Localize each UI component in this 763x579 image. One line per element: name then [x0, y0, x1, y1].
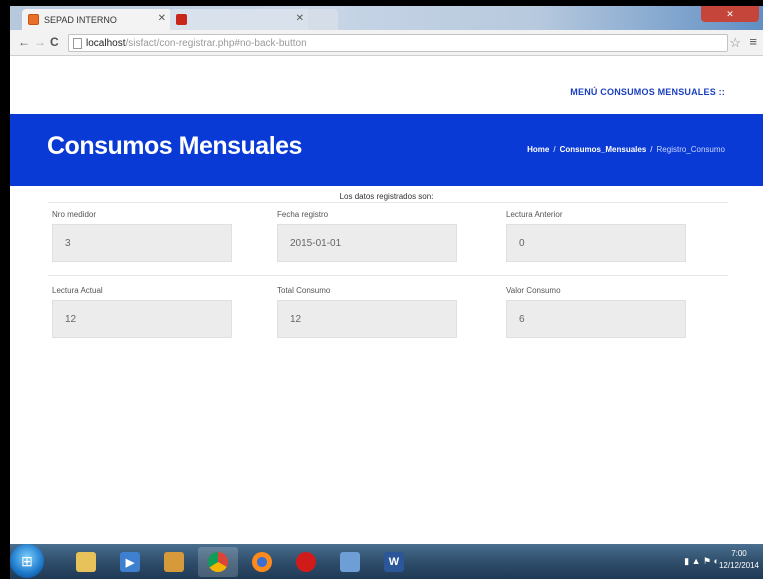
- tab-close-icon[interactable]: ✕: [296, 13, 304, 24]
- page-banner: Consumos Mensuales Home / Consumos_Mensu…: [10, 114, 763, 186]
- media-player-icon: ▶: [120, 552, 140, 572]
- field-label: Lectura Anterior: [506, 210, 563, 219]
- clock-date: 12/12/2014: [718, 561, 759, 570]
- tab-label: SEPAD INTERNO: [44, 14, 117, 25]
- field-label: Valor Consumo: [506, 286, 561, 295]
- field-nro-medidor: Nro medidor 3: [52, 210, 232, 262]
- chrome-icon: [208, 552, 228, 572]
- field-value[interactable]: 2015-01-01: [277, 224, 457, 262]
- field-lectura-actual: Lectura Actual 12: [52, 286, 232, 338]
- field-label: Lectura Actual: [52, 286, 103, 295]
- system-tray[interactable]: ▮ ▲ ⚑ ◐: [684, 556, 719, 567]
- tab-youtube[interactable]: ✕: [170, 9, 310, 30]
- firefox-icon: [252, 552, 272, 572]
- field-value[interactable]: 12: [277, 300, 457, 338]
- field-valor-consumo: Valor Consumo 6: [506, 286, 686, 338]
- breadcrumb-home-link[interactable]: Home: [527, 145, 549, 154]
- page-title: Consumos Mensuales: [47, 132, 302, 160]
- back-arrow-icon[interactable]: ←: [18, 35, 30, 49]
- url-path: /sisfact/con-registrar.php#no-back-butto…: [125, 37, 307, 49]
- field-value[interactable]: 12: [52, 300, 232, 338]
- taskbar: ⊞ ▶ W ▮ ▲ ⚑ ◐ 7:00 12/12/2014: [10, 544, 763, 579]
- taskbar-explorer[interactable]: [66, 547, 106, 577]
- tab-close-icon[interactable]: ✕: [158, 13, 166, 24]
- taskbar-firefox[interactable]: [242, 547, 282, 577]
- breadcrumb: Home / Consumos_Mensuales / Registro_Con…: [527, 145, 725, 154]
- form-header: Los datos registrados son:: [339, 192, 434, 201]
- youtube-favicon-icon: [176, 14, 187, 25]
- address-bar[interactable]: localhost /sisfact/con-registrar.php#no-…: [68, 34, 728, 52]
- box-icon: [340, 552, 360, 572]
- breadcrumb-separator: /: [650, 145, 653, 154]
- clock[interactable]: 7:00 12/12/2014: [719, 548, 759, 572]
- taskbar-opera[interactable]: [286, 547, 326, 577]
- folder-icon: [76, 552, 96, 572]
- paint-icon: [164, 552, 184, 572]
- field-value[interactable]: 3: [52, 224, 232, 262]
- field-value[interactable]: 6: [506, 300, 686, 338]
- bookmark-star-icon[interactable]: ☆: [729, 35, 741, 51]
- taskbar-chrome[interactable]: [198, 547, 238, 577]
- taskbar-virtualbox[interactable]: [330, 547, 370, 577]
- divider: [48, 275, 728, 276]
- breadcrumb-section-link[interactable]: Consumos_Mensuales: [560, 145, 647, 154]
- reload-icon[interactable]: C: [50, 35, 59, 49]
- browser-window: SEPAD INTERNO ✕ ✕ ✕ ← → C localhost /sis…: [10, 6, 763, 579]
- field-label: Nro medidor: [52, 210, 97, 219]
- windows-start-button[interactable]: ⊞: [10, 544, 44, 578]
- tab-sepad-interno[interactable]: SEPAD INTERNO ✕: [22, 9, 172, 30]
- field-fecha-registro: Fecha registro 2015-01-01: [277, 210, 457, 262]
- word-icon: W: [384, 552, 404, 572]
- page-content: MENÚ CONSUMOS MENSUALES :: Consumos Mens…: [10, 57, 763, 544]
- site-favicon-icon: [28, 14, 39, 25]
- field-label: Fecha registro: [277, 210, 329, 219]
- field-value[interactable]: 0: [506, 224, 686, 262]
- breadcrumb-separator: /: [553, 145, 556, 154]
- divider: [48, 202, 728, 203]
- field-total-consumo: Total Consumo 12: [277, 286, 457, 338]
- top-menu-link[interactable]: MENÚ CONSUMOS MENSUALES ::: [570, 87, 725, 97]
- url-host: localhost: [86, 37, 126, 49]
- page-icon: [73, 37, 82, 49]
- field-lectura-anterior: Lectura Anterior 0: [506, 210, 686, 262]
- taskbar-paint[interactable]: [154, 547, 194, 577]
- field-label: Total Consumo: [277, 286, 331, 295]
- taskbar-media-player[interactable]: ▶: [110, 547, 150, 577]
- browser-toolbar: ← → C localhost /sisfact/con-registrar.p…: [10, 30, 763, 56]
- breadcrumb-current: Registro_Consumo: [656, 145, 725, 154]
- taskbar-word[interactable]: W: [374, 547, 414, 577]
- tab-strip: SEPAD INTERNO ✕ ✕ ✕: [10, 6, 763, 30]
- forward-arrow-icon[interactable]: →: [34, 35, 46, 49]
- new-tab-button[interactable]: [308, 9, 338, 30]
- clock-time: 7:00: [731, 549, 747, 558]
- window-close-button[interactable]: ✕: [701, 6, 759, 22]
- opera-icon: [296, 552, 316, 572]
- menu-icon[interactable]: ≡: [749, 34, 757, 49]
